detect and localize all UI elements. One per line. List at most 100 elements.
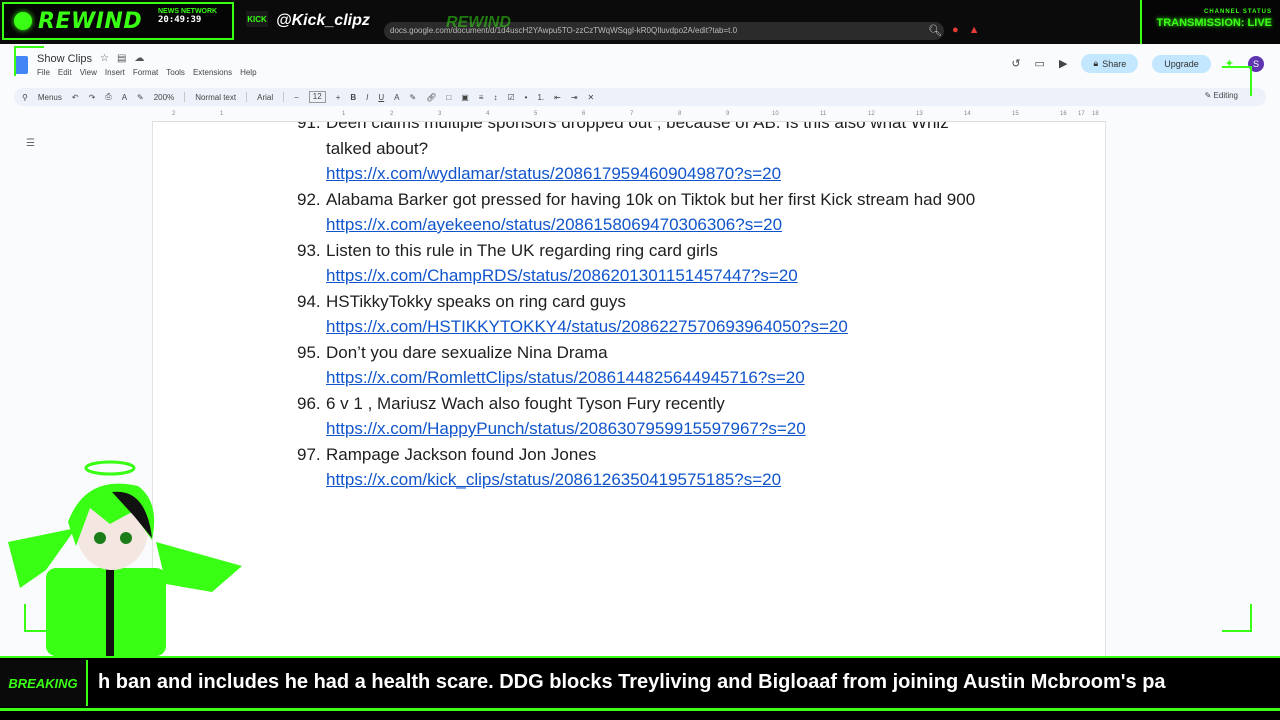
ruler-number: 17 [1078, 111, 1085, 117]
underline-icon[interactable]: U [378, 93, 384, 102]
ruler-number: 12 [868, 111, 875, 117]
news-clock: NEWS NETWORK 20:49:39 [158, 8, 217, 26]
menu-view[interactable]: View [80, 68, 97, 77]
ticker-border [0, 656, 1280, 658]
ruler-number: 5 [534, 111, 538, 117]
indent-decrease-icon[interactable]: ⇤ [554, 93, 561, 102]
checklist-icon[interactable]: ☑ [507, 93, 514, 102]
italic-icon[interactable]: I [366, 93, 368, 102]
image-icon[interactable]: ▣ [461, 93, 469, 102]
indent-increase-icon[interactable]: ⇥ [571, 93, 578, 102]
toolbar-divider [184, 92, 186, 102]
item-text: HSTikkyTokky speaks on ring card guys [326, 291, 626, 311]
toolbar-divider [283, 92, 285, 102]
lock-icon: 🔒︎ [1093, 58, 1099, 68]
list-item: 95. Don’t you dare sexualize Nina Drama … [297, 340, 997, 391]
document-outline-icon[interactable]: ☰ [26, 138, 35, 149]
share-button[interactable]: 🔒︎ Share [1081, 54, 1139, 73]
decrease-font-icon[interactable]: − [294, 93, 299, 102]
clock-time: 20:49:39 [158, 14, 202, 25]
menu-edit[interactable]: Edit [58, 68, 72, 77]
extension-icon[interactable]: ● [952, 24, 959, 37]
kick-badge: KICK [246, 11, 268, 27]
spellcheck-icon[interactable]: A [122, 93, 127, 102]
frame-corner [1222, 66, 1252, 96]
ruler-number: 16 [1060, 111, 1067, 117]
clip-link[interactable]: https://x.com/ChampRDS/status/2086201301… [326, 266, 798, 285]
item-number: 93. [297, 240, 321, 260]
bullet-list-icon[interactable]: • [525, 93, 528, 102]
font-select[interactable]: Arial [257, 93, 273, 102]
text-color-icon[interactable]: A [394, 93, 399, 102]
line-spacing-icon[interactable]: ↕ [493, 93, 497, 102]
clip-link[interactable]: https://x.com/wydlamar/status/2086179594… [326, 164, 781, 183]
document-title[interactable]: Show Clips [37, 53, 92, 65]
frame-corner [1222, 604, 1252, 632]
zoom-icon[interactable]: 🔍︎ [928, 24, 942, 37]
channel-handle: @Kick_clipz [276, 12, 370, 29]
item-number: 91. [297, 122, 321, 132]
highlight-icon[interactable]: ✎ [410, 93, 417, 102]
menu-insert[interactable]: Insert [105, 68, 125, 77]
numbered-list-icon[interactable]: 1. [537, 93, 544, 102]
list-item: 94. HSTikkyTokky speaks on ring card guy… [297, 289, 997, 340]
star-icon[interactable]: ☆ [100, 53, 109, 64]
menu-format[interactable]: Format [133, 68, 158, 77]
clear-format-icon[interactable]: ✕ [588, 93, 595, 102]
list-item: 91. Deen claims multiple sponsors droppe… [297, 122, 997, 187]
ruler-number: 3 [438, 111, 442, 117]
undo-icon[interactable]: ↶ [72, 93, 79, 102]
menu-tools[interactable]: Tools [166, 68, 185, 77]
clip-link[interactable]: https://x.com/kick_clips/status/20861263… [326, 470, 781, 489]
search-menus[interactable]: Menus [38, 93, 62, 102]
news-ticker: BREAKING h ban and includes he had a hea… [0, 656, 1280, 720]
channel-status-box: CHANNEL STATUS TRANSMISSION: LIVE [1140, 0, 1280, 44]
cloud-status-icon[interactable]: ☁ [134, 53, 144, 64]
list-item: 97. Rampage Jackson found Jon Jones http… [297, 442, 997, 493]
clip-list: 91. Deen claims multiple sponsors droppe… [297, 122, 997, 493]
warning-icon[interactable]: ▲ [969, 24, 980, 37]
comment-add-icon[interactable]: □ [446, 93, 451, 102]
url-text: docs.google.com/document/d/1d4uscH2YAwpu… [390, 26, 738, 35]
ruler-number: 18 [1092, 111, 1099, 117]
ruler-number: 1 [220, 111, 224, 117]
search-menus-icon[interactable]: ⚲ [22, 93, 28, 102]
menu-extensions[interactable]: Extensions [193, 68, 232, 77]
font-size-input[interactable]: 12 [308, 91, 326, 103]
clip-link[interactable]: https://x.com/HSTIKKYTOKKY4/status/20862… [326, 317, 848, 336]
meet-icon[interactable]: ▶ [1059, 57, 1067, 70]
increase-font-icon[interactable]: + [336, 93, 341, 102]
redo-icon[interactable]: ↷ [89, 93, 96, 102]
upgrade-button[interactable]: Upgrade [1152, 54, 1211, 73]
clip-link[interactable]: https://x.com/RomlettClips/status/208614… [326, 368, 805, 387]
item-number: 92. [297, 189, 321, 209]
browser-icons: 🔍︎ ● ▲ [928, 24, 980, 37]
rewind-watermark: REWIND [446, 14, 511, 31]
ruler-number: 14 [964, 111, 971, 117]
version-history-icon[interactable]: ↺ [1011, 57, 1020, 70]
align-icon[interactable]: ≡ [479, 93, 484, 102]
clip-link[interactable]: https://x.com/ayekeeno/status/2086158069… [326, 215, 782, 234]
frame-corner [14, 46, 44, 76]
item-number: 97. [297, 444, 321, 464]
pencil-icon: ✎ [1204, 91, 1212, 100]
share-label: Share [1102, 58, 1127, 69]
link-icon[interactable]: 🔗︎ [426, 93, 436, 102]
print-icon[interactable]: ⎙ [105, 92, 111, 102]
style-select[interactable]: Normal text [195, 93, 236, 102]
toolbar-divider [246, 92, 248, 102]
ticker-border [0, 708, 1280, 711]
document-page[interactable]: 91. Deen claims multiple sponsors droppe… [152, 122, 1106, 656]
horizontal-ruler[interactable]: 2 1 1 2 3 4 5 6 7 8 9 10 11 12 13 14 15 … [152, 110, 1106, 122]
comments-icon[interactable]: ▭ [1035, 57, 1045, 70]
paint-format-icon[interactable]: ✎ [137, 93, 144, 102]
item-text: Deen claims multiple sponsors dropped ou… [326, 122, 949, 158]
menu-help[interactable]: Help [240, 68, 256, 77]
breaking-label: BREAKING [0, 660, 88, 706]
bold-icon[interactable]: B [350, 93, 356, 102]
clip-link[interactable]: https://x.com/HappyPunch/status/20863079… [326, 419, 806, 438]
zoom-select[interactable]: 200% [154, 93, 174, 102]
move-folder-icon[interactable]: ▤ [117, 53, 126, 64]
live-dot-icon [14, 12, 32, 30]
ruler-number: 7 [630, 111, 634, 117]
